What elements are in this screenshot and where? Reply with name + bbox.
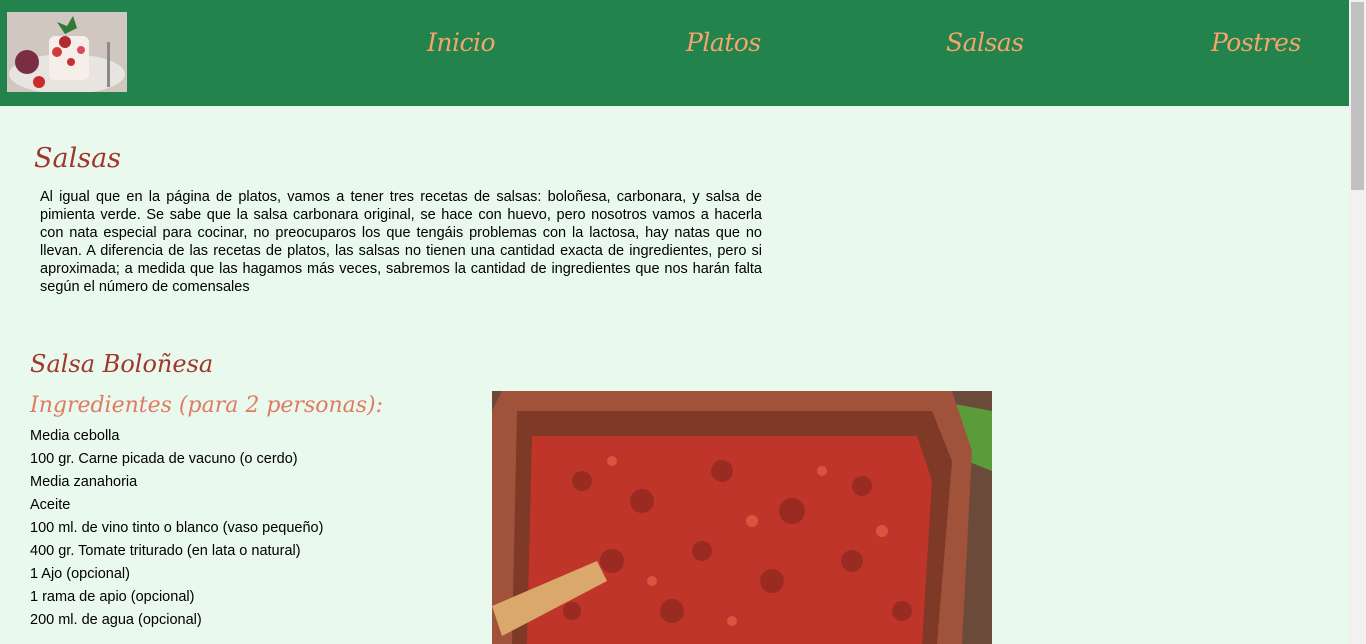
bolognese-photo	[492, 391, 992, 644]
nav-link-inicio[interactable]: Inicio	[427, 28, 496, 57]
ingredient-item: 400 gr. Tomate triturado (en lata o natu…	[30, 543, 301, 559]
ingredients-list: Media cebolla 100 gr. Carne picada de va…	[30, 426, 323, 633]
site-header: Inicio Platos Salsas Postres	[0, 0, 1349, 106]
nav-link-salsas[interactable]: Salsas	[946, 28, 1024, 57]
ingredient-item: Aceite	[30, 497, 71, 513]
vertical-scrollbar[interactable]	[1349, 0, 1366, 644]
ingredient-item: Media zanahoria	[30, 474, 138, 490]
ingredients-title: Ingredientes (para 2 personas):	[30, 393, 384, 418]
ingredient-item: 200 ml. de agua (opcional)	[30, 612, 202, 628]
nav-link-postres[interactable]: Postres	[1211, 28, 1301, 57]
recipe-title: Salsa Boloñesa	[30, 350, 214, 378]
page-title: Salsas	[34, 143, 122, 174]
ingredient-item: 100 ml. de vino tinto o blanco (vaso peq…	[30, 520, 324, 536]
ingredient-item: 1 Ajo (opcional)	[30, 566, 130, 582]
ingredient-item: 1 rama de apio (opcional)	[30, 589, 195, 605]
scrollbar-thumb[interactable]	[1351, 2, 1364, 190]
ingredient-item: Media cebolla	[30, 428, 120, 444]
intro-paragraph: Al igual que en la página de platos, vam…	[40, 189, 762, 295]
site-logo[interactable]	[7, 12, 127, 92]
nav-link-platos[interactable]: Platos	[686, 28, 761, 57]
ingredient-item: 100 gr. Carne picada de vacuno (o cerdo)	[30, 451, 298, 467]
